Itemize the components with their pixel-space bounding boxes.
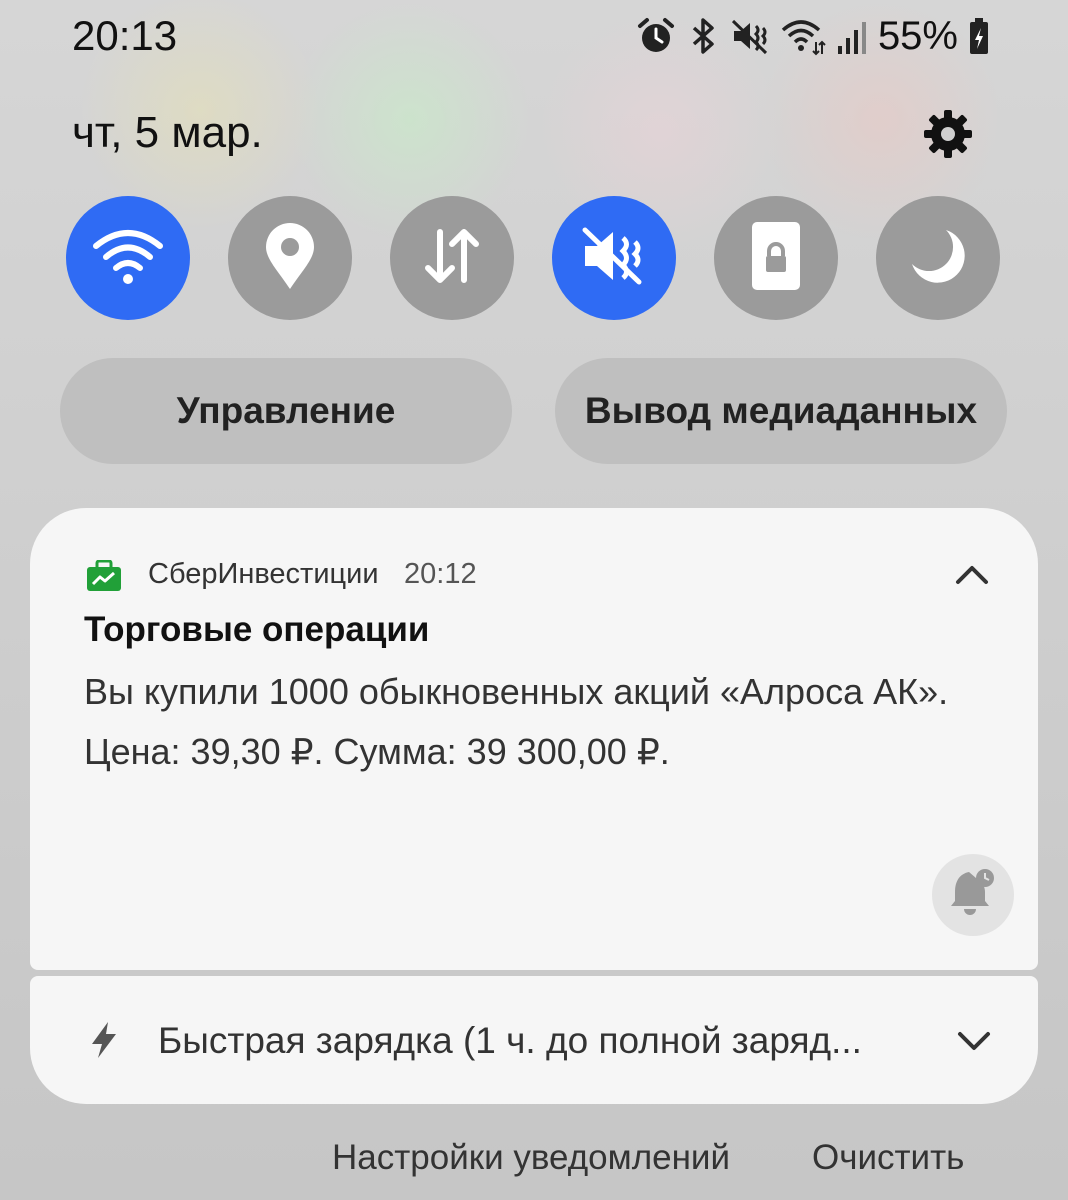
notification-body: Вы купили 1000 обыкновенных акций «Алрос… xyxy=(84,671,949,772)
night-mode-icon xyxy=(906,224,970,293)
notification-time: 20:12 xyxy=(404,558,477,590)
bluetooth-icon xyxy=(686,16,720,56)
rotation-lock-tile[interactable] xyxy=(714,196,838,320)
notification-title: Торговые операции xyxy=(84,610,430,649)
notification-app-name: СберИнвестиции xyxy=(148,558,379,590)
date: чт, 5 мар. xyxy=(72,108,263,157)
mobile-data-icon xyxy=(420,224,484,293)
location-icon xyxy=(262,221,318,296)
mute-icon xyxy=(579,224,649,293)
quick-settings-tiles xyxy=(66,196,1000,320)
media-output-button[interactable]: Вывод медиаданных xyxy=(555,358,1007,464)
chevron-down-icon[interactable] xyxy=(954,1024,994,1060)
gear-icon[interactable] xyxy=(922,108,974,160)
wifi-tile[interactable] xyxy=(66,196,190,320)
sber-investments-icon xyxy=(86,559,122,592)
mobile-data-tile[interactable] xyxy=(390,196,514,320)
battery-percent: 55% xyxy=(877,13,958,58)
battery-charging-icon xyxy=(968,16,990,56)
snooze-bell-icon xyxy=(949,868,997,923)
clear-button[interactable]: Очистить xyxy=(812,1138,964,1178)
wifi-icon xyxy=(90,224,166,293)
status-time: 20:13 xyxy=(72,12,178,59)
silent-vibrate-icon xyxy=(730,16,770,56)
control-button[interactable]: Управление xyxy=(60,358,512,464)
location-tile[interactable] xyxy=(228,196,352,320)
rotation-lock-icon xyxy=(748,220,804,297)
snooze-button[interactable] xyxy=(932,854,1014,936)
lightning-bolt-icon xyxy=(88,1020,120,1060)
notification-settings-button[interactable]: Настройки уведомлений xyxy=(332,1138,730,1178)
alarm-icon xyxy=(636,16,676,56)
charging-text: Быстрая зарядка (1 ч. до полной заряд... xyxy=(158,1020,862,1061)
chevron-up-icon[interactable] xyxy=(952,556,992,592)
mute-tile[interactable] xyxy=(552,196,676,320)
night-mode-tile[interactable] xyxy=(876,196,1000,320)
status-icons: 55% xyxy=(636,14,990,58)
signal-icon xyxy=(836,16,868,56)
wifi-icon xyxy=(780,16,826,56)
